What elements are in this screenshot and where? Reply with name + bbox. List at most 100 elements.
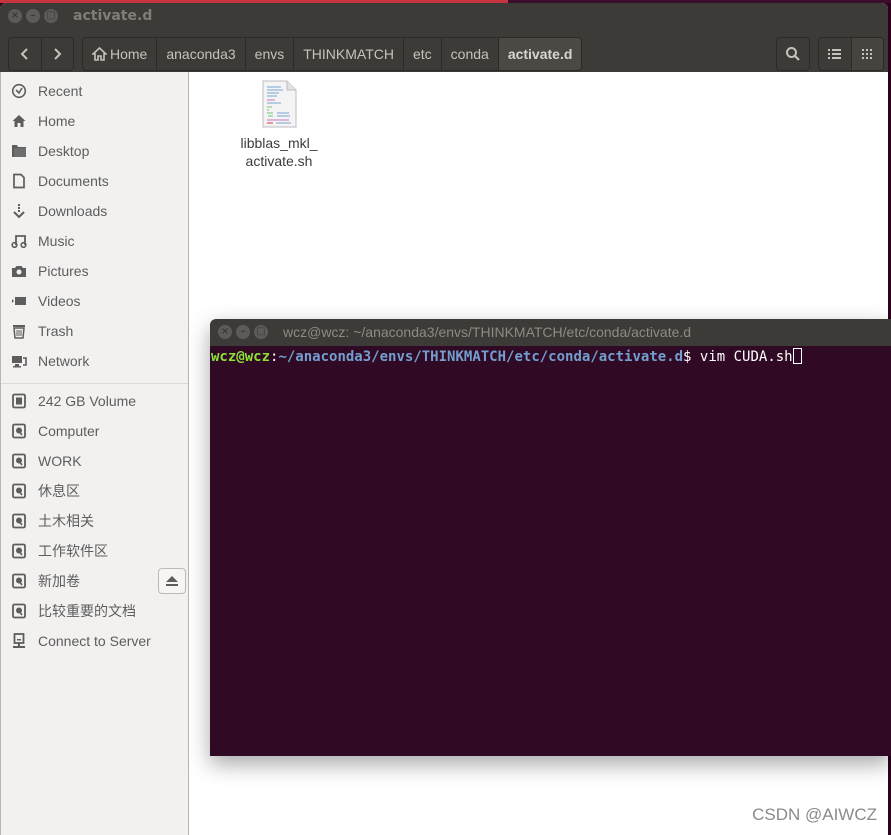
drive-icon bbox=[11, 513, 27, 529]
sidebar-item-rest-area[interactable]: 休息区 bbox=[1, 476, 188, 506]
sidebar-item-label: Documents bbox=[38, 173, 109, 189]
sidebar-item-civil-related[interactable]: 土木相关 bbox=[1, 506, 188, 536]
folder-icon bbox=[11, 143, 27, 159]
breadcrumb-home[interactable]: Home bbox=[83, 38, 156, 70]
sidebar-item-work-software[interactable]: 工作软件区 bbox=[1, 536, 188, 566]
sidebar-item-label: Network bbox=[38, 353, 90, 369]
window-controls: × – □ bbox=[8, 9, 58, 23]
sidebar-item-important-docs[interactable]: 比较重要的文档 bbox=[1, 596, 188, 626]
sidebar-item-label: Desktop bbox=[38, 143, 90, 159]
camera-icon bbox=[11, 263, 27, 279]
sidebar-item-downloads[interactable]: Downloads bbox=[1, 196, 188, 226]
terminal-cursor bbox=[792, 348, 802, 364]
command-input[interactable]: vim CUDA.sh bbox=[700, 349, 793, 365]
prompt-user: wcz@wcz bbox=[211, 349, 271, 365]
prompt-path: ~/anaconda3/envs/THINKMATCH/etc/conda/ac… bbox=[278, 349, 684, 365]
sidebar-item-trash[interactable]: Trash bbox=[1, 316, 188, 346]
sidebar-item-pictures[interactable]: Pictures bbox=[1, 256, 188, 286]
breadcrumb-conda[interactable]: conda bbox=[440, 38, 498, 70]
sidebar-item-connect-to-server[interactable]: Connect to Server bbox=[1, 626, 188, 656]
close-button[interactable]: × bbox=[8, 9, 22, 23]
drive-icon bbox=[11, 483, 27, 499]
breadcrumb-thinkmatch[interactable]: THINKMATCH bbox=[293, 38, 403, 70]
search-icon bbox=[786, 47, 800, 61]
grid-view-button[interactable] bbox=[850, 38, 883, 70]
minimize-button[interactable]: – bbox=[26, 9, 40, 23]
sidebar-item-home[interactable]: Home bbox=[1, 106, 188, 136]
file-name-line2: activate.sh bbox=[245, 153, 313, 169]
home-icon bbox=[11, 113, 27, 129]
drive-icon bbox=[11, 543, 27, 559]
home-icon bbox=[92, 47, 107, 61]
breadcrumb-label: Home bbox=[110, 46, 148, 62]
sidebar-item-label: WORK bbox=[38, 453, 82, 469]
sidebar-item-documents[interactable]: Documents bbox=[1, 166, 188, 196]
download-icon bbox=[11, 203, 27, 219]
terminal-window: × – □ wcz@wcz: ~/anaconda3/envs/THINKMAT… bbox=[210, 319, 891, 756]
music-icon bbox=[11, 233, 27, 249]
sidebar-item-label: Recent bbox=[38, 83, 83, 99]
sidebar-item-desktop[interactable]: Desktop bbox=[1, 136, 188, 166]
eject-icon bbox=[166, 576, 178, 586]
sidebar-item-recent[interactable]: Recent bbox=[1, 76, 188, 106]
breadcrumb-anaconda3[interactable]: anaconda3 bbox=[156, 38, 244, 70]
sidebar-item-label: 新加卷 bbox=[38, 573, 80, 589]
sidebar-item-label: 比较重要的文档 bbox=[38, 603, 136, 619]
terminal-title: wcz@wcz: ~/anaconda3/envs/THINKMATCH/etc… bbox=[283, 324, 692, 340]
server-icon bbox=[11, 633, 27, 649]
sidebar-item-label: 休息区 bbox=[38, 483, 80, 499]
sidebar-item-label: Computer bbox=[38, 423, 100, 439]
file-item[interactable]: libblas_mkl_ activate.sh bbox=[229, 80, 329, 170]
terminal-body[interactable]: wcz@wcz:~/anaconda3/envs/THINKMATCH/etc/… bbox=[210, 346, 891, 756]
network-icon bbox=[11, 353, 27, 369]
file-name-line1: libblas_mkl_ bbox=[240, 135, 318, 151]
sidebar-item-label: Pictures bbox=[38, 263, 89, 279]
back-button[interactable] bbox=[9, 38, 41, 70]
navigation-buttons bbox=[8, 37, 74, 71]
watermark: CSDN @AIWCZ bbox=[752, 805, 877, 824]
sidebar-item-242gb-volume[interactable]: 242 GB Volume bbox=[1, 386, 188, 416]
window-title: activate.d bbox=[73, 8, 153, 24]
file-name: libblas_mkl_ activate.sh bbox=[229, 134, 329, 170]
list-view-button[interactable] bbox=[819, 38, 851, 70]
sidebar-item-label: Trash bbox=[38, 323, 74, 339]
chevron-right-icon bbox=[54, 48, 62, 60]
sidebar-item-network[interactable]: Network bbox=[1, 346, 188, 376]
list-view-icon bbox=[827, 49, 841, 59]
sidebar-separator bbox=[1, 383, 188, 384]
grid-view-icon bbox=[862, 49, 873, 59]
sidebar-item-label: 土木相关 bbox=[38, 513, 94, 529]
sidebar-item-label: Videos bbox=[38, 293, 81, 309]
sidebar-item-label: 242 GB Volume bbox=[38, 393, 137, 409]
terminal-maximize-button[interactable]: □ bbox=[254, 325, 268, 339]
terminal-minimize-button[interactable]: – bbox=[236, 325, 250, 339]
sidebar-item-label: 工作软件区 bbox=[38, 543, 108, 559]
drive-icon bbox=[11, 453, 27, 469]
maximize-button[interactable]: □ bbox=[44, 9, 58, 23]
drive-icon bbox=[11, 603, 27, 619]
sidebar-item-computer[interactable]: Computer bbox=[1, 416, 188, 446]
sidebar-item-music[interactable]: Music bbox=[1, 226, 188, 256]
view-toggle bbox=[818, 37, 884, 71]
breadcrumb-etc[interactable]: etc bbox=[402, 38, 441, 70]
sidebar-item-work[interactable]: WORK bbox=[1, 446, 188, 476]
terminal-close-button[interactable]: × bbox=[218, 325, 232, 339]
breadcrumb: Home anaconda3 envs THINKMATCH etc conda… bbox=[82, 37, 583, 71]
search-button[interactable] bbox=[776, 37, 810, 71]
drive-icon bbox=[11, 573, 27, 589]
forward-button[interactable] bbox=[40, 38, 74, 70]
breadcrumb-envs[interactable]: envs bbox=[244, 38, 294, 70]
trash-icon bbox=[11, 323, 27, 339]
sidebar-item-label: Downloads bbox=[38, 203, 108, 219]
file-manager-headerbar: × – □ activate.d Home anaconda3 envs THI… bbox=[0, 3, 888, 72]
terminal-window-controls: × – □ bbox=[218, 325, 268, 339]
prompt-symbol: $ bbox=[683, 349, 700, 365]
sidebar: Recent Home Desktop Documents Downloads … bbox=[0, 72, 189, 835]
eject-button[interactable] bbox=[158, 568, 186, 594]
breadcrumb-activate-d[interactable]: activate.d bbox=[497, 38, 582, 70]
sidebar-item-label: Connect to Server bbox=[38, 633, 151, 649]
drive-icon bbox=[11, 423, 27, 439]
clock-icon bbox=[11, 83, 27, 99]
sidebar-item-videos[interactable]: Videos bbox=[1, 286, 188, 316]
sidebar-item-label: Music bbox=[38, 233, 75, 249]
